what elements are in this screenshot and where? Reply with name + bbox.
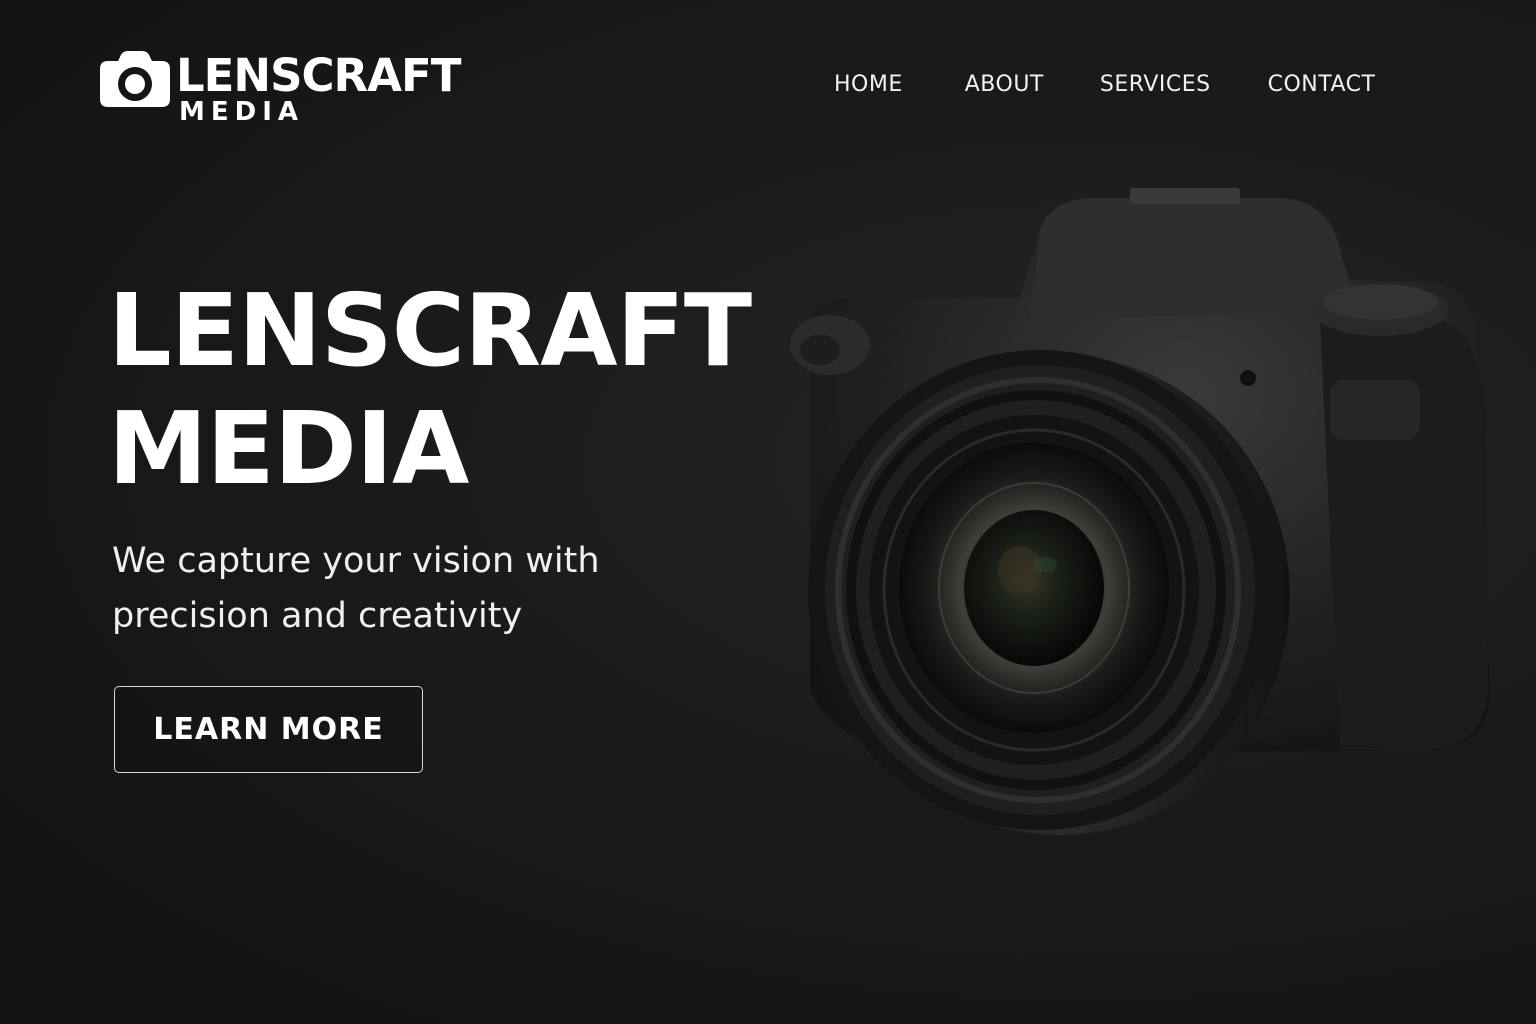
main-nav: HOME ABOUT SERVICES CONTACT [834,71,1375,99]
nav-home[interactable]: HOME [834,71,903,99]
brand-subname: MEDIA [179,97,305,127]
hero-title-line2: MEDIA [108,390,469,507]
camera-icon [100,51,170,107]
camera-image [790,188,1491,835]
learn-more-button[interactable]: LEARN MORE [114,686,423,773]
hero-title-line1: LENSCRAFT [108,272,752,389]
nav-contact[interactable]: CONTACT [1268,71,1376,99]
nav-about[interactable]: ABOUT [965,71,1044,99]
brand-name: LENSCRAFT [176,49,461,102]
hero-page: LENSCRAFT MEDIA HOME ABOUT SERVICES CONT… [0,0,1536,1024]
hero-subtitle: We capture your vision with precision an… [112,541,600,636]
hero-title: LENSCRAFT MEDIA [108,272,752,508]
brand-logo[interactable]: LENSCRAFT MEDIA [100,49,461,127]
nav-services[interactable]: SERVICES [1100,71,1211,99]
